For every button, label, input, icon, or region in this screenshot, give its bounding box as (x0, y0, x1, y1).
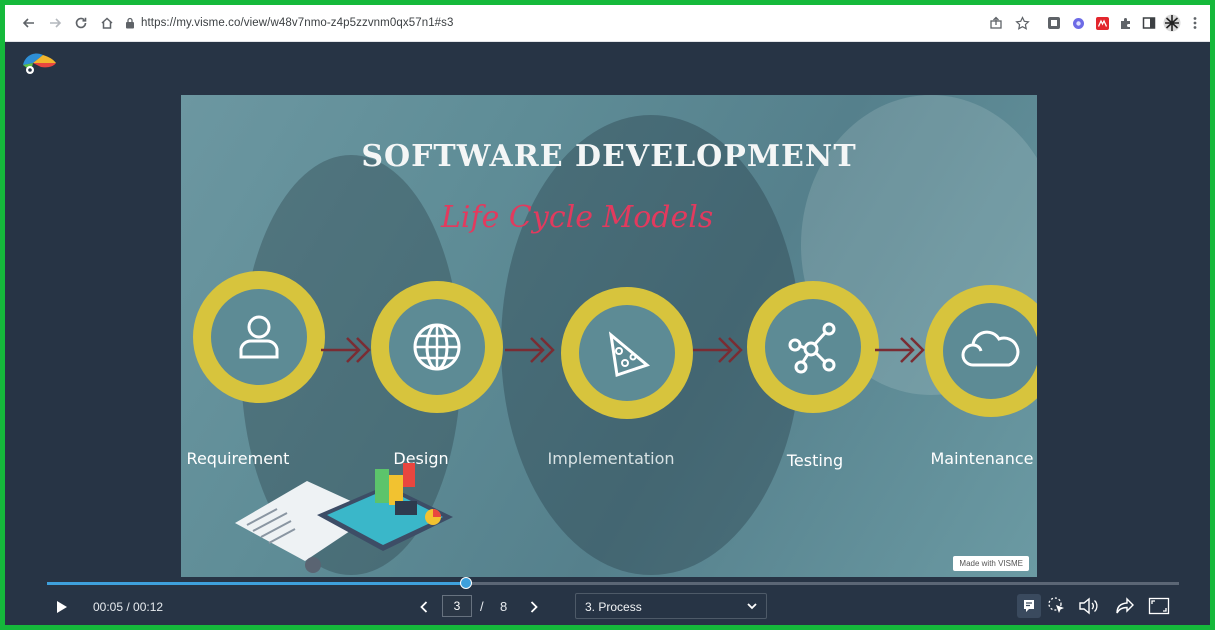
analytics-illustration (235, 463, 453, 573)
chevron-right-icon (530, 601, 538, 613)
arrow-testing-maintenance (875, 337, 925, 363)
lock-icon (125, 17, 135, 29)
progress-fill (47, 582, 466, 585)
browser-menu-icon[interactable] (1191, 14, 1199, 32)
page-total: 8 (500, 599, 508, 614)
slide-subtitle: Life Cycle Models (441, 200, 714, 235)
back-arrow-icon[interactable] (19, 13, 39, 33)
play-button[interactable] (51, 596, 73, 618)
slide-title: SOFTWARE DEVELOPMENT (361, 139, 857, 174)
step-label-maintenance: Maintenance (930, 449, 1034, 468)
presentation-slide: SOFTWARE DEVELOPMENT Life Cycle Models R… (181, 95, 1037, 577)
requirement-ring (193, 271, 325, 403)
fullscreen-button[interactable] (1147, 594, 1171, 618)
time-display: 00:05 / 00:12 (93, 600, 164, 614)
extensions-puzzle-icon[interactable] (1117, 14, 1135, 32)
side-panel-icon[interactable] (1140, 14, 1158, 32)
testing-ring (747, 281, 879, 413)
profile-avatar-icon[interactable] (1163, 14, 1181, 32)
page-separator: / (480, 599, 484, 614)
cursor-click-icon (1048, 597, 1064, 613)
play-icon (57, 601, 67, 613)
interactive-cursor-button[interactable] (1045, 594, 1069, 618)
pizza-icon (608, 331, 651, 377)
reload-icon[interactable] (71, 13, 91, 33)
globe-icon (413, 323, 461, 371)
chevron-left-icon (420, 601, 428, 613)
arrow-implementation-testing (693, 337, 743, 363)
network-icon (788, 322, 836, 374)
bookmark-star-icon[interactable] (1013, 14, 1031, 32)
visme-logo-icon[interactable] (19, 49, 59, 77)
next-slide-button[interactable] (525, 596, 543, 618)
arrow-design-implementation (505, 337, 555, 363)
section-dropdown[interactable]: 3. Process (575, 593, 767, 619)
progress-handle[interactable] (459, 577, 472, 589)
share-arrow-icon (1116, 597, 1134, 614)
volume-button[interactable] (1077, 594, 1101, 618)
home-icon[interactable] (97, 13, 117, 33)
browser-toolbar: https://my.visme.co/view/w48v7nmo-z4p5zz… (5, 5, 1210, 42)
progress-bar[interactable] (47, 577, 1179, 589)
extension-gear-icon[interactable] (1069, 14, 1087, 32)
page-number-input[interactable] (442, 595, 472, 617)
notes-icon (1024, 600, 1034, 612)
cloud-icon (961, 330, 1020, 367)
volume-icon (1079, 597, 1098, 615)
arrow-requirement-design (321, 337, 371, 363)
address-bar[interactable]: https://my.visme.co/view/w48v7nmo-z4p5zz… (125, 11, 970, 35)
player-controls: 00:05 / 00:12 / 8 3. Process (5, 589, 1210, 625)
window-frame: https://my.visme.co/view/w48v7nmo-z4p5zz… (0, 0, 1215, 630)
person-icon (239, 315, 279, 359)
extension-flag-icon[interactable] (1045, 14, 1063, 32)
share-button[interactable] (1113, 594, 1137, 618)
chevron-down-icon (747, 603, 757, 610)
step-label-implementation: Implementation (547, 449, 675, 468)
share-icon[interactable] (987, 14, 1005, 32)
url-text: https://my.visme.co/view/w48v7nmo-z4p5zz… (141, 17, 454, 29)
previous-slide-button[interactable] (415, 596, 433, 618)
made-with-visme-badge[interactable]: Made with VISME (953, 556, 1029, 571)
forward-arrow-icon[interactable] (45, 13, 65, 33)
notes-button[interactable] (1017, 594, 1041, 618)
extension-red-icon[interactable] (1093, 14, 1111, 32)
step-label-testing: Testing (786, 451, 844, 470)
implementation-ring (561, 287, 693, 419)
design-ring (371, 281, 503, 413)
fullscreen-icon (1148, 597, 1170, 615)
section-dropdown-value: 3. Process (585, 600, 642, 614)
